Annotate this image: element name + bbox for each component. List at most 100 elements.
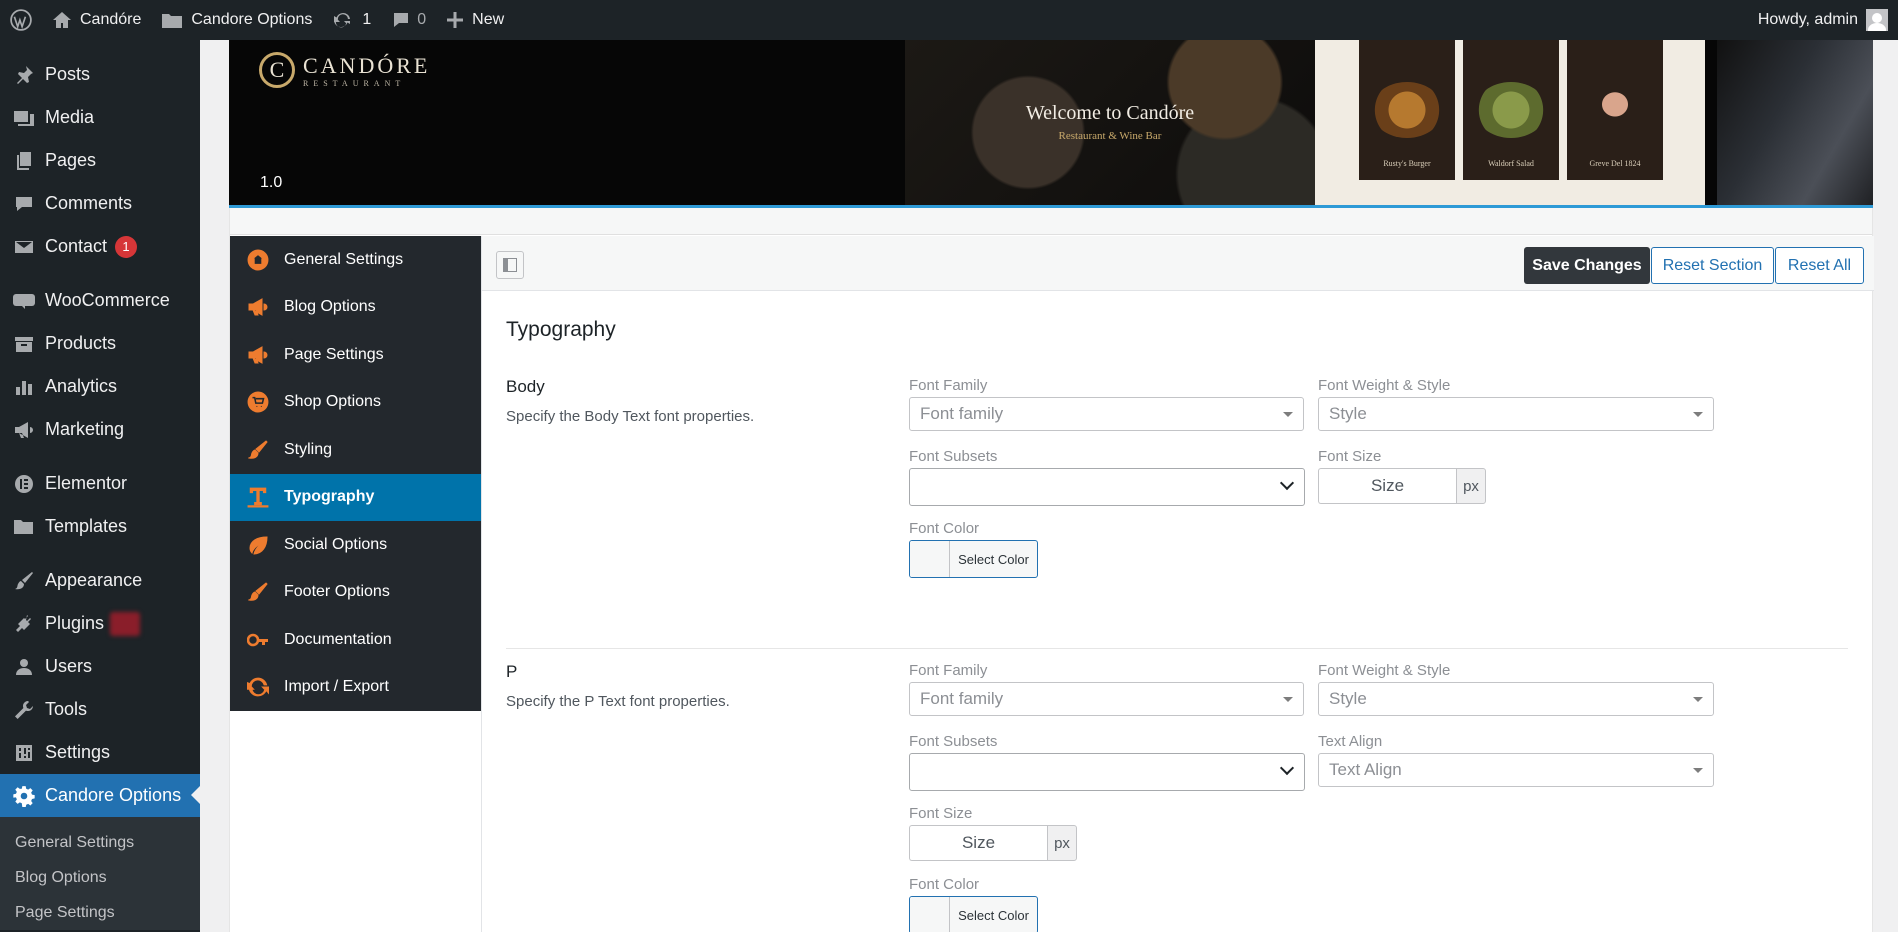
sidebar-item-pages[interactable]: Pages [0,139,200,182]
field-label: Text Align [1318,733,1383,750]
field-label: Font Weight & Style [1318,377,1451,394]
sidebar-item-appearance[interactable]: Appearance [0,559,200,602]
caret-down-icon [1283,412,1293,422]
megaphone-icon [246,295,270,319]
tab-page-settings[interactable]: Page Settings [230,331,481,379]
tab-label: Typography [284,488,375,506]
font-subsets-select[interactable] [909,753,1305,791]
font-size-input[interactable]: Size [1318,468,1456,504]
caret-down-icon [1283,697,1293,707]
sidebar-item-templates[interactable]: Templates [0,505,200,548]
sidebar-item-elementor[interactable]: Elementor [0,462,200,505]
user-icon [12,655,36,679]
font-size-input[interactable]: Size [909,825,1047,861]
select-color-button[interactable]: Select Color [909,540,1038,578]
sidebar-item-settings[interactable]: Settings [0,731,200,774]
plug-icon [12,612,36,636]
submenu-item-page-settings[interactable]: Page Settings [0,895,200,930]
sidebar-item-label: Comments [45,193,133,213]
candore-logo: C CANDÓRE RESTAURANT [259,52,430,88]
preview-dish: Greve Del 1824 [1567,40,1663,180]
sidebar-item-label: Tools [45,699,88,719]
select-placeholder: Font family [920,404,1004,423]
submenu-item-blog-options[interactable]: Blog Options [0,860,200,895]
options-tabs: General Settings Blog Options Page Setti… [230,236,481,711]
tab-styling[interactable]: Styling [230,426,481,474]
font-color-field: Font Color Select Color [909,520,1109,578]
text-align-field: Text Align Text Align [1318,733,1714,787]
admin-bar: Candóre Candore Options 1 0 New Howdy, a… [0,0,1898,40]
sidebar-item-plugins[interactable]: Plugins [0,602,200,645]
refresh-icon [332,10,354,30]
typography-settings: Typography Body Specify the Body Text fo… [506,318,1848,932]
font-weight-select[interactable]: Style [1318,682,1714,716]
reset-all-button[interactable]: Reset All [1775,247,1864,284]
sidebar-item-label: Contact [45,236,108,256]
tab-typography[interactable]: Typography [230,473,481,521]
tab-import-export[interactable]: Import / Export [230,664,481,712]
sidebar-item-analytics[interactable]: Analytics [0,365,200,408]
preview-dish: Waldorf Salad [1463,40,1559,180]
font-size-field: Font Size Size px [909,805,1079,861]
sidebar-item-posts[interactable]: Posts [0,53,200,96]
select-placeholder: Text Align [1329,760,1402,779]
save-changes-button[interactable]: Save Changes [1524,247,1650,284]
sidebar-item-tools[interactable]: Tools [0,688,200,731]
pushpin-icon [12,63,36,87]
sidebar-item-media[interactable]: Media [0,96,200,139]
my-account-link[interactable]: Howdy, admin [1748,0,1898,40]
sidebar-item-marketing[interactable]: Marketing [0,408,200,451]
cart-icon [246,390,270,414]
tab-shop-options[interactable]: Shop Options [230,379,481,427]
select-color-button[interactable]: Select Color [909,896,1038,932]
sidebar-item-comments[interactable]: Comments [0,182,200,225]
options-label: Candore Options [191,11,313,28]
tab-social-options[interactable]: Social Options [230,521,481,569]
tab-footer-options[interactable]: Footer Options [230,569,481,617]
wordpress-logo-icon[interactable] [0,0,42,40]
dish-name: Rusty's Burger [1383,159,1431,168]
new-label: New [472,11,505,28]
field-label: Font Weight & Style [1318,662,1451,679]
submenu-item-general-settings[interactable]: General Settings [0,825,200,860]
tab-documentation[interactable]: Documentation [230,616,481,664]
font-weight-field: Font Weight & Style Style [1318,377,1714,431]
comments-link[interactable]: 0 [381,0,436,40]
sidebar-item-candore-options[interactable]: Candore Options [0,774,200,817]
font-subsets-select[interactable] [909,468,1305,506]
tab-general-settings[interactable]: General Settings [230,236,481,284]
pages-icon [12,149,36,173]
greeting: Howdy, admin [1757,11,1858,28]
media-icon [12,106,36,130]
preview-image-hero: Welcome to Candóre Restaurant & Wine Bar [905,40,1315,205]
main-content: C CANDÓRE RESTAURANT 1.0 Welcome to Cand… [200,40,1898,932]
comment-icon [12,192,36,216]
archive-icon [12,332,36,356]
site-name-link[interactable]: Candóre [42,0,151,40]
sidebar-item-contact[interactable]: Contact 1 [0,225,200,268]
sidebar-item-products[interactable]: Products [0,322,200,365]
options-link[interactable]: Candore Options [151,0,322,40]
tab-blog-options[interactable]: Blog Options [230,284,481,332]
chevron-down-icon [1279,475,1295,491]
text-align-select[interactable]: Text Align [1318,753,1714,787]
updates-link[interactable]: 1 [322,0,381,40]
menu-separator [0,268,200,279]
font-weight-select[interactable]: Style [1318,397,1714,431]
font-family-select[interactable]: Font family [909,397,1304,431]
sidebar-item-users[interactable]: Users [0,645,200,688]
sidebar-item-label: Marketing [45,419,125,439]
font-color-field: Font Color Select Color [909,876,1109,932]
tab-label: Shop Options [284,393,381,411]
unit-label: px [1047,825,1077,861]
font-family-select[interactable]: Font family [909,682,1304,716]
new-content-link[interactable]: New [436,0,514,40]
reset-section-button[interactable]: Reset Section [1651,247,1774,284]
expand-layout-button[interactable] [496,251,524,279]
sidebar-item-label: Appearance [45,570,143,590]
notification-badge: 1 [115,235,138,258]
preview-dish: Rusty's Burger [1359,40,1455,180]
font-size-field: Font Size Size px [1318,448,1488,504]
comment-icon [391,10,411,30]
sidebar-item-woocommerce[interactable]: WooCommerce [0,279,200,322]
